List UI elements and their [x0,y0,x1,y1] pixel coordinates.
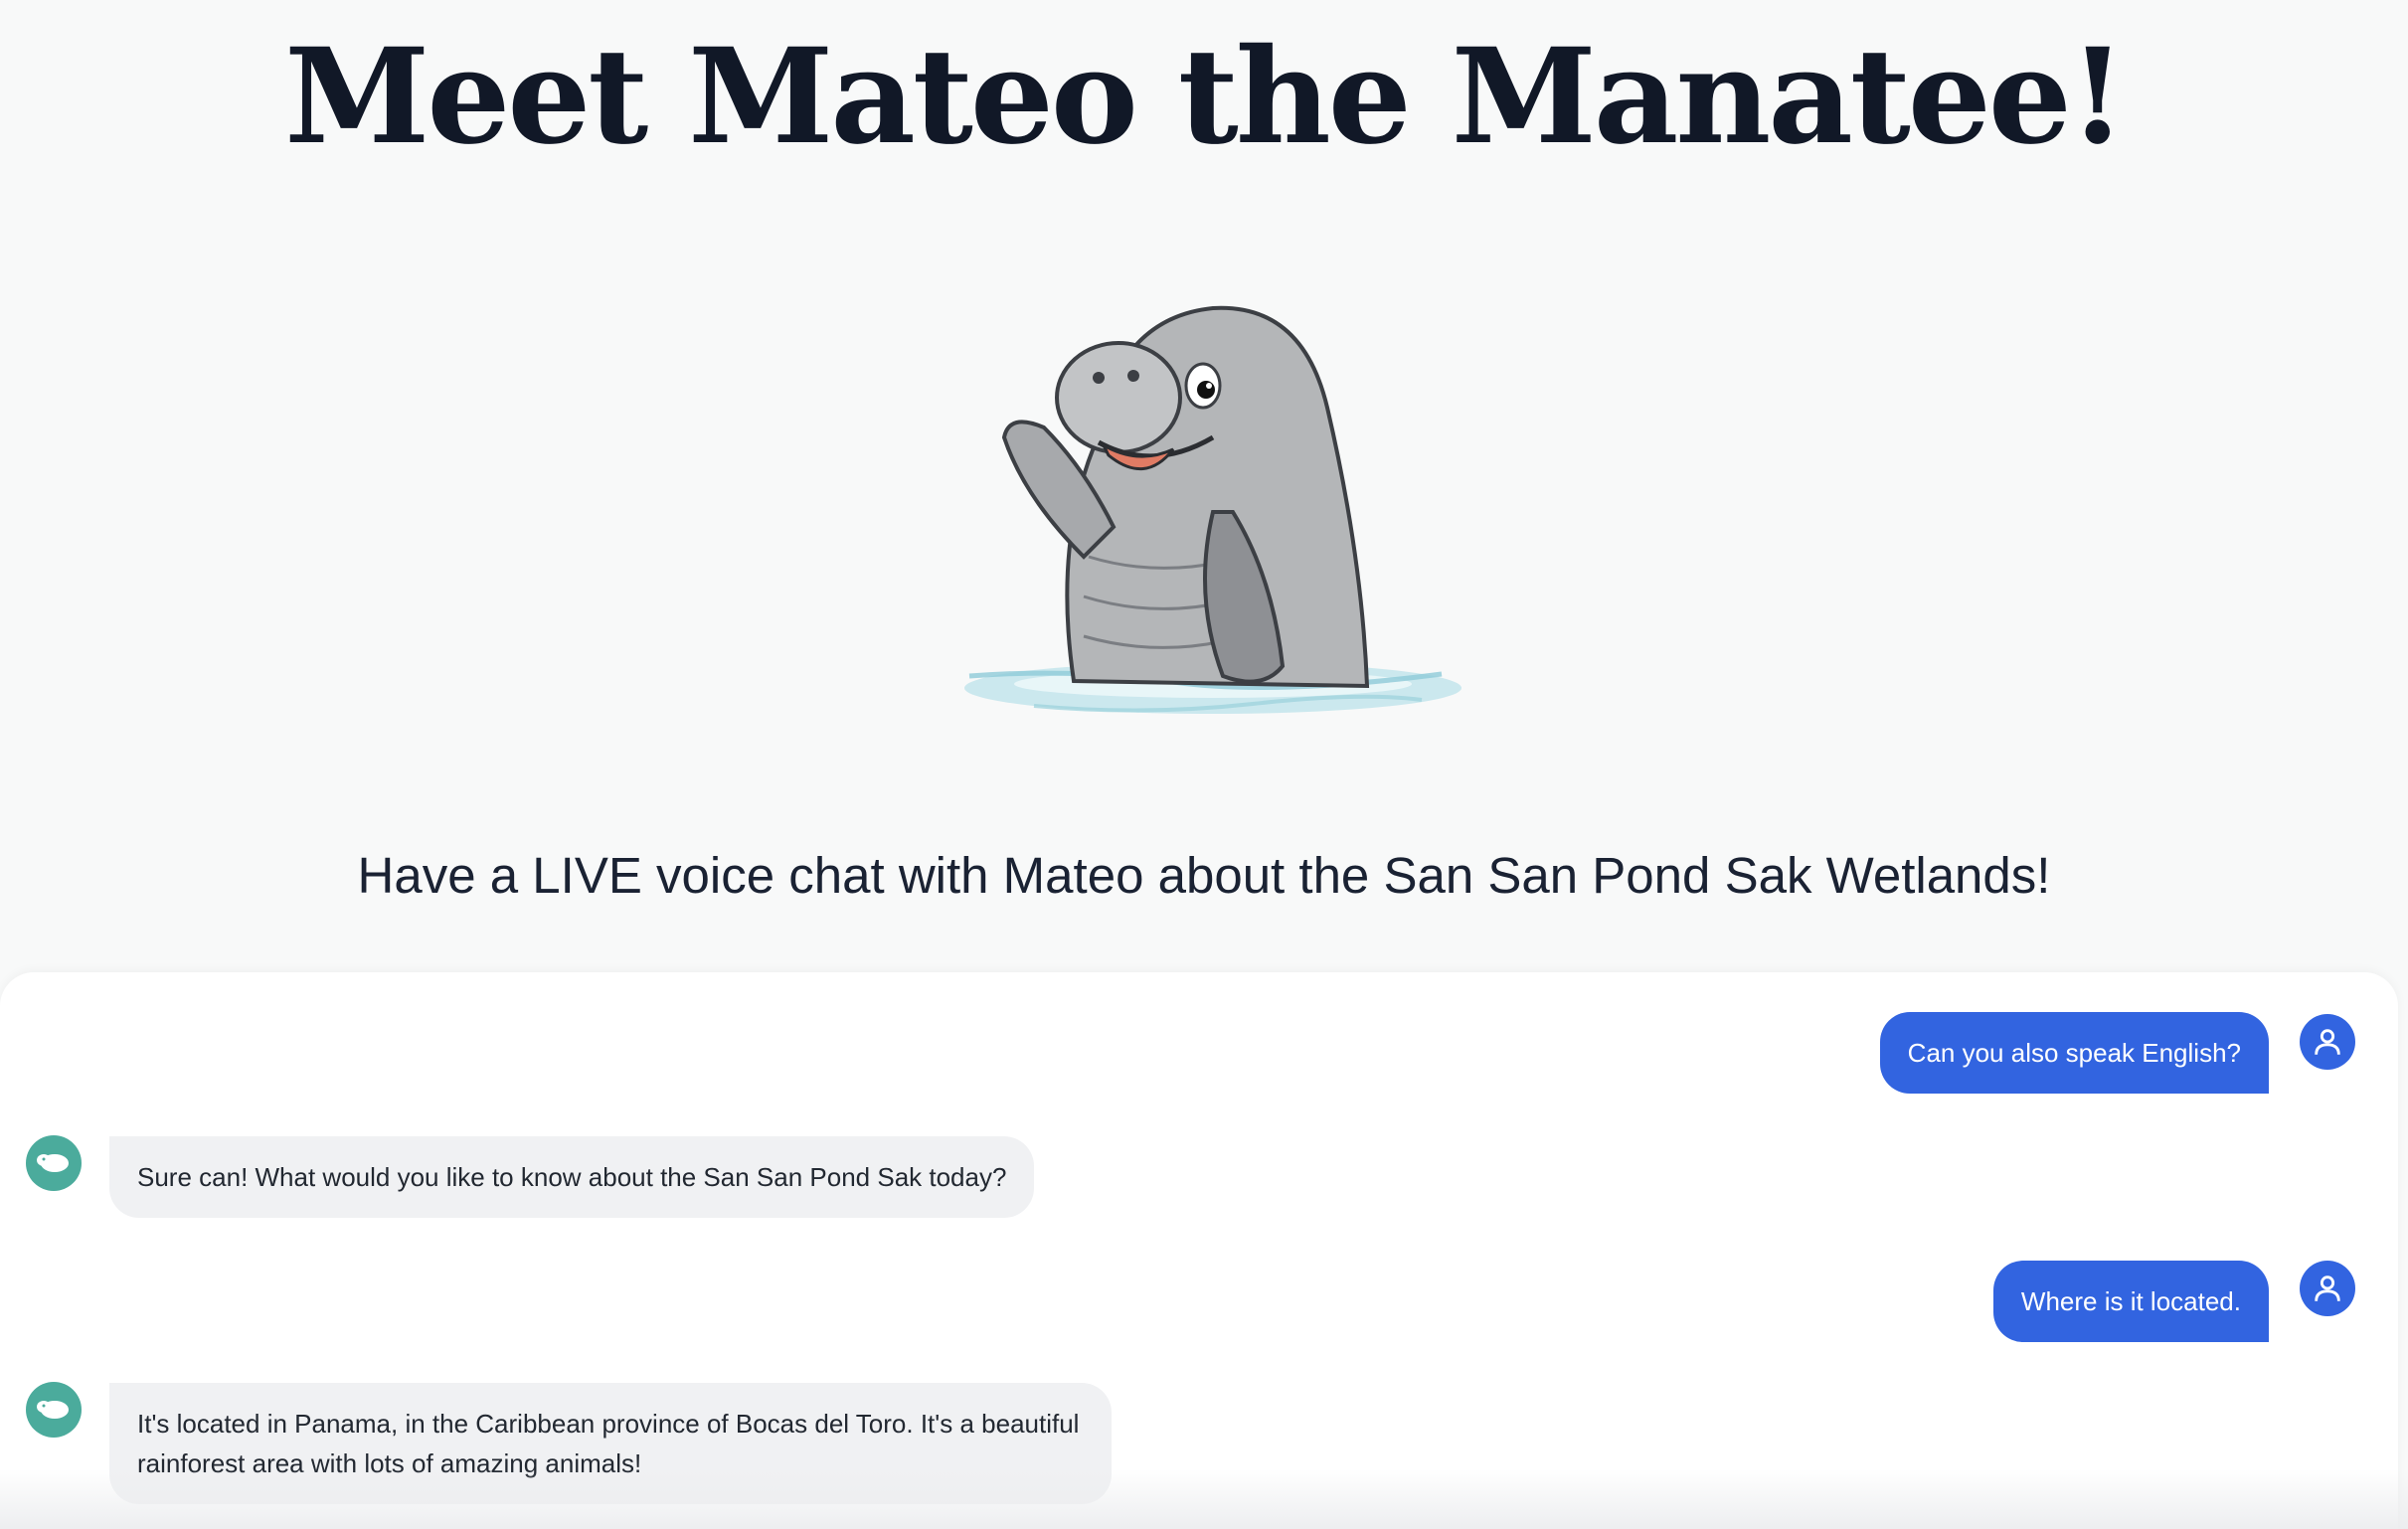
user-icon [2315,1029,2340,1055]
user-avatar [2300,1014,2355,1070]
assistant-message: Sure can! What would you like to know ab… [109,1136,1035,1218]
chat-panel[interactable]: Can you also speak English? Sure can! Wh… [0,972,2398,1529]
mateo-avatar [26,1382,82,1438]
mateo-avatar [26,1135,82,1191]
user-message: Can you also speak English? [1879,1012,2269,1094]
manatee-illustration [925,298,1481,756]
page-title: Meet Mateo the Manatee! [284,20,2127,174]
manatee-icon [37,1154,69,1172]
page: Meet Mateo the Manatee! Have a LIVE voic… [0,0,2408,1529]
user-avatar [2300,1261,2355,1316]
user-message: Where is it located. [1992,1261,2269,1342]
manatee-icon [37,1401,69,1419]
chat-intro-subtitle: Have a LIVE voice chat with Mateo about … [357,847,2051,904]
user-icon [2315,1275,2340,1301]
assistant-message: It's located in Panama, in the Caribbean… [109,1383,1112,1504]
manatee-icon [964,305,1462,714]
